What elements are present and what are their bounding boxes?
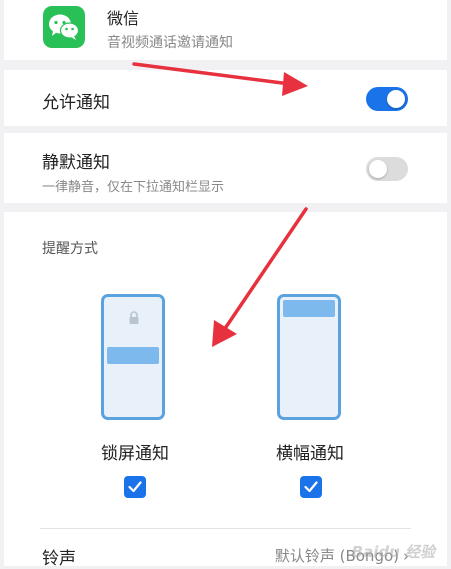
silent-notifications-label: 静默通知 <box>42 153 110 173</box>
divider <box>40 528 411 529</box>
toggle-knob <box>387 90 405 108</box>
notification-bar <box>107 347 159 364</box>
silent-notifications-row[interactable]: 静默通知 一律静音，仅在下拉通知栏显示 <box>4 133 447 203</box>
alert-style-title: 提醒方式 <box>42 241 98 257</box>
toggle-knob <box>369 160 387 178</box>
allow-notifications-row[interactable]: 允许通知 <box>4 70 447 126</box>
silent-notifications-description: 一律静音，仅在下拉通知栏显示 <box>42 180 225 195</box>
lockscreen-checkbox[interactable] <box>124 476 146 498</box>
lock-icon <box>129 311 139 324</box>
ringtone-label: 铃声 <box>42 549 76 569</box>
baidu-watermark-logo: Baidu 经验 <box>351 543 435 561</box>
app-header-card: 微信 音视频通话邀请通知 <box>4 0 447 60</box>
banner-phone-icon[interactable] <box>277 294 341 420</box>
checkmark-icon <box>128 481 142 493</box>
lockscreen-phone-icon[interactable] <box>101 294 165 420</box>
alert-style-card: 提醒方式 锁屏通知 横幅通知 铃声 默认铃声 (Bongo) › <box>4 212 447 569</box>
lockscreen-option-label: 锁屏通知 <box>101 444 169 464</box>
app-name: 微信 <box>107 9 140 28</box>
checkmark-icon <box>304 481 318 493</box>
banner-option-label: 横幅通知 <box>276 444 344 464</box>
banner-bar <box>283 300 335 317</box>
allow-notifications-toggle[interactable] <box>366 87 408 111</box>
silent-notifications-toggle[interactable] <box>366 157 408 181</box>
wechat-icon <box>43 6 85 48</box>
allow-notifications-label: 允许通知 <box>42 93 110 113</box>
banner-checkbox[interactable] <box>300 476 322 498</box>
app-subtitle: 音视频通话邀请通知 <box>107 35 233 51</box>
